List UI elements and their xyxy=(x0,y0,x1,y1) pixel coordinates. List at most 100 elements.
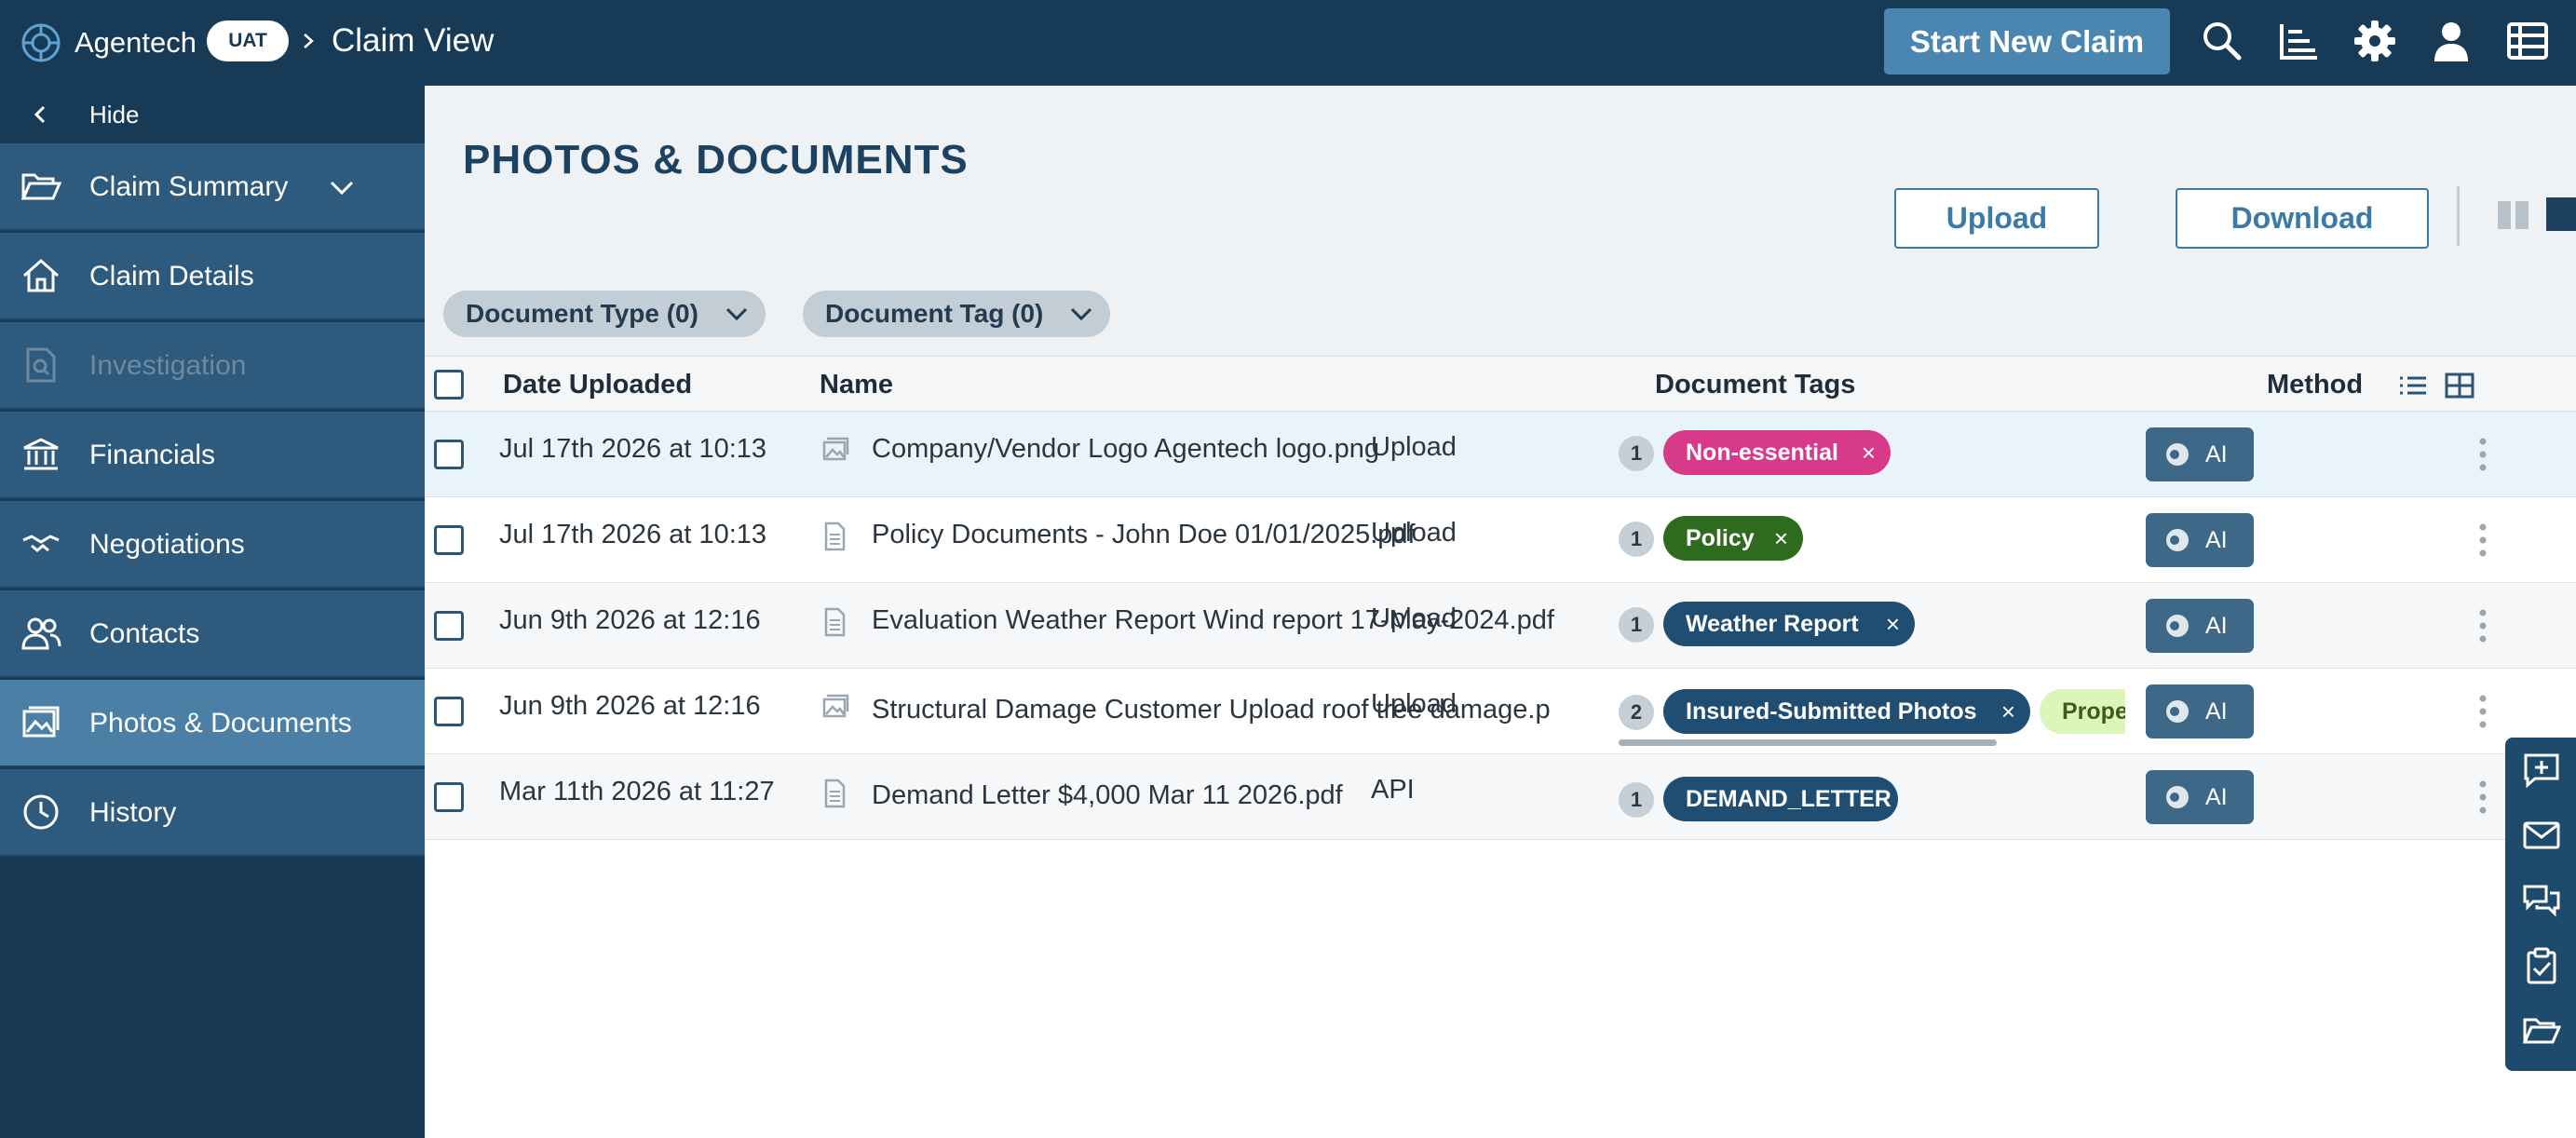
date-uploaded: Jul 17th 2026 at 10:13 xyxy=(499,434,767,464)
document-type-filter-label: Document Type (0) xyxy=(466,299,698,328)
sidebar-item-negotiations[interactable]: Negotiations xyxy=(0,501,425,589)
brand-name[interactable]: Agentech xyxy=(75,22,197,63)
search-icon[interactable] xyxy=(2198,17,2246,65)
sidebar-item-label: Investigation xyxy=(89,350,247,381)
column-header-name[interactable]: Name xyxy=(820,357,893,413)
file-name-link[interactable]: Policy Documents - John Doe 01/01/2025.p… xyxy=(872,514,1416,555)
date-uploaded: Jun 9th 2026 at 12:16 xyxy=(499,605,761,635)
agentech-logo-icon[interactable] xyxy=(20,22,61,63)
sidebar-item-label: Claim Summary xyxy=(89,171,289,202)
sidebar-item-label: Photos & Documents xyxy=(89,708,352,738)
grid-view-icon[interactable] xyxy=(2444,370,2475,401)
remove-tag-icon[interactable]: × xyxy=(1886,602,1900,646)
sidebar-item-claim-details[interactable]: Claim Details xyxy=(0,233,425,320)
column-header-tags[interactable]: Document Tags xyxy=(1655,357,1855,413)
row-checkbox[interactable] xyxy=(434,697,464,726)
clipboard-check-icon[interactable] xyxy=(2522,946,2561,985)
start-new-claim-button[interactable]: Start New Claim xyxy=(1884,8,2170,75)
sidebar-item-financials[interactable]: Financials xyxy=(0,412,425,499)
row-menu-icon[interactable] xyxy=(2474,607,2492,644)
row-menu-icon[interactable] xyxy=(2474,522,2492,559)
table-row[interactable]: Jul 17th 2026 at 10:13 Company/Vendor Lo… xyxy=(425,412,2576,497)
mail-icon[interactable] xyxy=(2522,816,2561,855)
column-header-method[interactable]: Method xyxy=(2267,357,2363,413)
row-checkbox[interactable] xyxy=(434,525,464,555)
document-tag-chip-overflow[interactable]: Prope xyxy=(2040,689,2125,734)
document-tag-chip[interactable]: DEMAND_LETTER xyxy=(1663,777,1898,821)
ai-button[interactable]: AI xyxy=(2146,599,2254,653)
ai-label: AI xyxy=(2205,698,2228,725)
row-menu-icon[interactable] xyxy=(2474,693,2492,730)
tag-count-badge: 1 xyxy=(1619,522,1654,557)
tags-scrollbar[interactable] xyxy=(1619,739,1997,746)
upload-button[interactable]: Upload xyxy=(1894,188,2099,249)
add-note-icon[interactable] xyxy=(2522,751,2561,790)
image-file-icon xyxy=(822,694,849,718)
hide-label: Hide xyxy=(89,101,140,129)
main-content: PHOTOS & DOCUMENTS Upload Download Docum… xyxy=(425,86,2576,1138)
sidebar-item-investigation: Investigation xyxy=(0,322,425,410)
folder-icon[interactable] xyxy=(2522,1011,2561,1050)
sidebar-item-photos-documents[interactable]: Photos & Documents xyxy=(0,680,425,767)
bank-icon xyxy=(23,438,59,470)
file-name-link[interactable]: Company/Vendor Logo Agentech logo.png xyxy=(872,428,1379,469)
ai-label: AI xyxy=(2205,527,2228,553)
sidebar-item-label: History xyxy=(89,797,177,828)
document-tag-chip[interactable]: Insured-Submitted Photos × xyxy=(1663,689,2030,734)
remove-tag-icon[interactable]: × xyxy=(1862,430,1876,475)
list-view-icon[interactable] xyxy=(2397,370,2429,401)
ai-button[interactable]: AI xyxy=(2146,770,2254,824)
select-all-checkbox[interactable] xyxy=(434,370,464,400)
table-row[interactable]: Jun 9th 2026 at 12:16 Structural Damage … xyxy=(425,669,2576,754)
sidebar-item-label: Negotiations xyxy=(89,529,245,560)
table-row[interactable]: Jun 9th 2026 at 12:16 Evaluation Weather… xyxy=(425,583,2576,669)
document-tag-chip[interactable]: Policy × xyxy=(1663,516,1803,561)
document-tag-chip[interactable]: Non-essential × xyxy=(1663,430,1891,475)
file-name-link[interactable]: Demand Letter $4,000 Mar 11 2026.pdf xyxy=(872,775,1343,816)
reports-icon[interactable] xyxy=(2274,17,2323,65)
date-uploaded: Jul 17th 2026 at 10:13 xyxy=(499,520,767,549)
folder-open-icon xyxy=(20,173,61,200)
ai-toggle-icon xyxy=(2166,615,2189,637)
ai-button[interactable]: AI xyxy=(2146,513,2254,567)
table-icon[interactable] xyxy=(2503,17,2552,65)
table-header: Date Uploaded Name Document Tags Method xyxy=(425,356,2576,412)
chat-icon[interactable] xyxy=(2522,881,2561,920)
row-menu-icon[interactable] xyxy=(2474,779,2492,816)
ai-button[interactable]: AI xyxy=(2146,427,2254,481)
tag-label: Non-essential xyxy=(1686,440,1838,466)
sidebar-hide-toggle[interactable]: Hide xyxy=(0,86,425,143)
remove-tag-icon[interactable]: × xyxy=(2001,689,2015,734)
table-row[interactable]: Jul 17th 2026 at 10:13 Policy Documents … xyxy=(425,497,2576,583)
sidebar-item-contacts[interactable]: Contacts xyxy=(0,590,425,678)
split-view-icon[interactable] xyxy=(2498,201,2529,229)
row-checkbox[interactable] xyxy=(434,782,464,812)
ai-label: AI xyxy=(2205,613,2228,639)
upload-method: Upload xyxy=(1371,432,1457,462)
tag-count-badge: 1 xyxy=(1619,782,1654,818)
row-checkbox[interactable] xyxy=(434,611,464,641)
document-tag-chip[interactable]: Weather Report × xyxy=(1663,602,1915,646)
download-button[interactable]: Download xyxy=(2176,188,2429,249)
document-tag-filter[interactable]: Document Tag (0) xyxy=(803,291,1110,337)
sidebar-item-claim-summary[interactable]: Claim Summary xyxy=(0,143,425,231)
toolbar-divider xyxy=(2457,186,2460,246)
tag-label: DEMAND_LETTER xyxy=(1686,786,1891,812)
row-checkbox[interactable] xyxy=(434,440,464,469)
full-view-icon[interactable] xyxy=(2546,197,2576,231)
column-header-date[interactable]: Date Uploaded xyxy=(503,357,692,413)
environment-badge: UAT xyxy=(207,20,289,61)
ai-button[interactable]: AI xyxy=(2146,684,2254,738)
clock-icon xyxy=(23,794,59,830)
document-type-filter[interactable]: Document Type (0) xyxy=(443,291,766,337)
sidebar-item-label: Financials xyxy=(89,440,216,470)
remove-tag-icon[interactable]: × xyxy=(1774,516,1788,561)
tag-count-badge: 2 xyxy=(1619,695,1654,730)
table-row[interactable]: Mar 11th 2026 at 11:27 Demand Letter $4,… xyxy=(425,754,2576,840)
chevron-down-icon[interactable] xyxy=(326,171,358,203)
settings-icon[interactable] xyxy=(2351,17,2399,65)
sidebar-item-label: Contacts xyxy=(89,618,200,649)
user-icon[interactable] xyxy=(2427,17,2475,65)
row-menu-icon[interactable] xyxy=(2474,436,2492,473)
sidebar-item-history[interactable]: History xyxy=(0,769,425,857)
